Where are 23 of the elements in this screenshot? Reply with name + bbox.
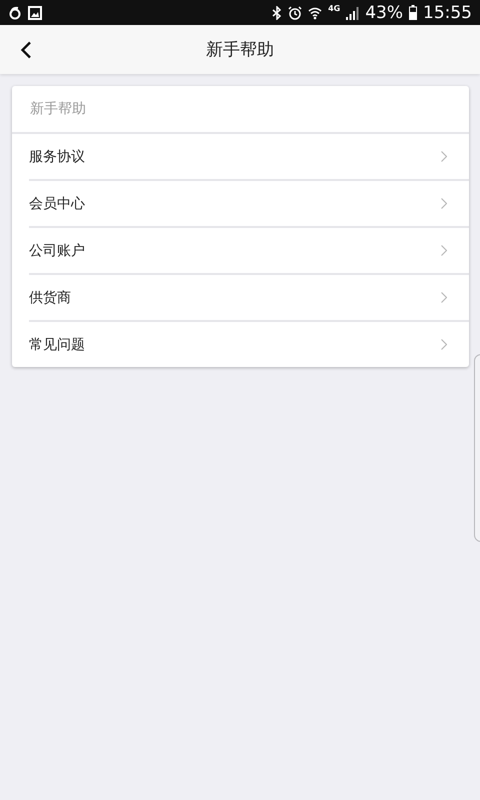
- notification-icon: [8, 6, 22, 20]
- chevron-right-icon: [441, 245, 447, 256]
- chevron-right-icon: [441, 339, 447, 350]
- alarm-icon: [288, 6, 302, 20]
- menu-item[interactable]: 常见问题: [29, 320, 469, 367]
- section-header: 新手帮助: [30, 100, 86, 118]
- battery-percent: 43%: [365, 2, 403, 22]
- chevron-right-icon: [441, 198, 447, 209]
- signal-icon: [346, 6, 360, 20]
- page-title: 新手帮助: [206, 39, 274, 61]
- menu-item[interactable]: 公司账户: [29, 226, 469, 273]
- menu-item[interactable]: 服务协议: [29, 134, 469, 179]
- chevron-right-icon: [441, 151, 447, 162]
- wifi-icon: [308, 6, 322, 20]
- bluetooth-icon: [272, 6, 282, 20]
- menu-item[interactable]: 供货商: [29, 273, 469, 320]
- image-icon: [28, 6, 42, 20]
- network-label: 4G: [328, 4, 340, 13]
- battery-icon: [409, 5, 417, 20]
- chevron-right-icon: [441, 292, 447, 303]
- back-icon: [20, 41, 32, 59]
- clock-time: 15:55: [423, 2, 472, 22]
- menu-item[interactable]: 会员中心: [29, 179, 469, 226]
